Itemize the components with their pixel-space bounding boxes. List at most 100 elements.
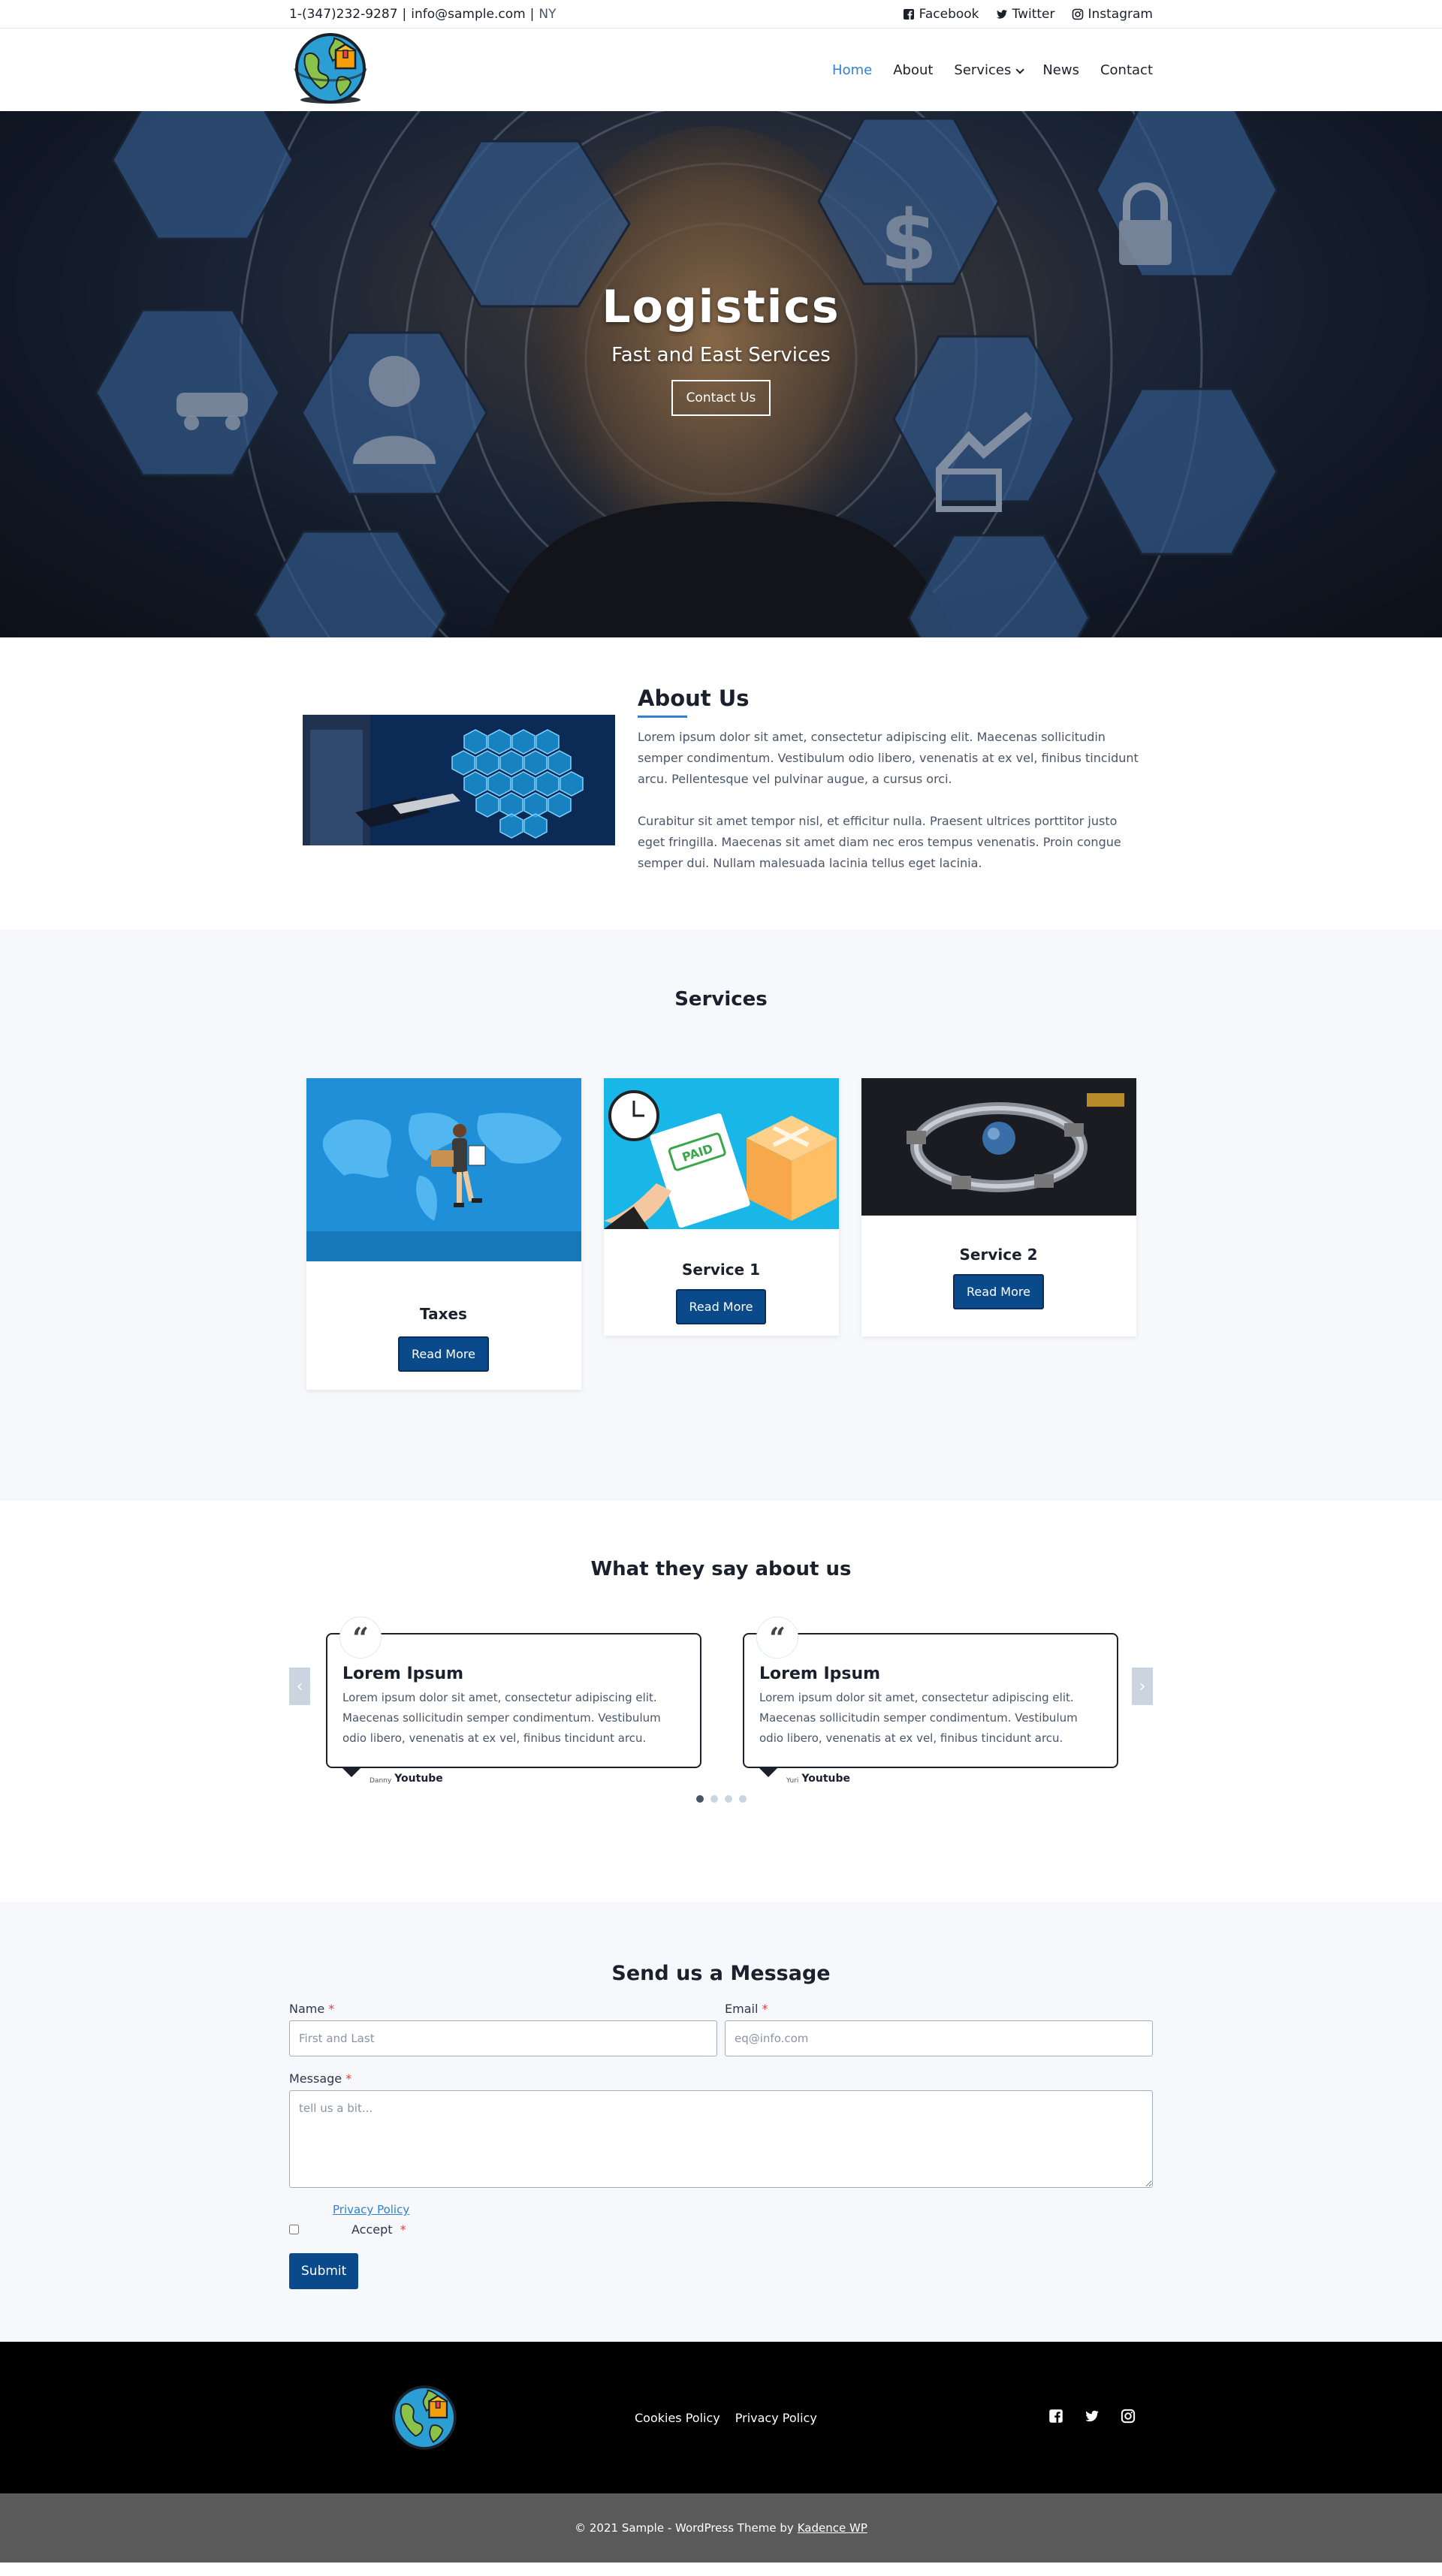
site-header: Home About Services News Contact (0, 29, 1442, 111)
service-card-2: Service 2 Read More (861, 1078, 1136, 1336)
about-title: About Us (638, 685, 750, 711)
name-field[interactable] (289, 2020, 717, 2056)
footer-links: Cookies Policy Privacy Policy (635, 2411, 817, 2425)
required-mark: * (400, 2222, 406, 2237)
read-more-button[interactable]: Read More (675, 1289, 767, 1324)
footer-instagram-link[interactable] (1121, 2409, 1136, 2427)
author-name: Yuri (786, 1777, 799, 1785)
testimonials-section: What they say about us ‹ “ Lorem Ipsum L… (0, 1501, 1442, 1902)
hero-subtitle: Fast and East Services (611, 344, 831, 366)
testimonial-card: “ Lorem Ipsum Lorem ipsum dolor sit amet… (743, 1616, 1118, 1785)
read-more-button[interactable]: Read More (953, 1274, 1044, 1309)
nav-item-services[interactable]: Services (954, 62, 1025, 78)
service-card-title: Taxes (420, 1305, 467, 1323)
about-paragraph: Curabitur sit amet tempor nisl, et effic… (638, 814, 1121, 870)
carousel-dots (289, 1795, 1153, 1803)
testimonials-title: What they say about us (590, 1558, 852, 1580)
taxes-image (306, 1078, 581, 1261)
privacy-policy-footer-link[interactable]: Privacy Policy (735, 2411, 817, 2425)
testimonial-card: “ Lorem Ipsum Lorem ipsum dolor sit amet… (326, 1616, 701, 1785)
about-section: About Us Lorem ipsum dolor sit amet, con… (0, 637, 1442, 929)
network-ring-image (861, 1078, 1136, 1216)
submit-button[interactable]: Submit (289, 2253, 359, 2289)
about-image (303, 714, 615, 845)
instagram-icon (1072, 8, 1083, 20)
email-field-group: Email * (725, 2002, 1153, 2056)
name-label: Name * (289, 2002, 717, 2016)
facebook-label: Facebook (919, 7, 979, 22)
testimonial-author: Danny Youtube (370, 1773, 701, 1785)
footer-twitter-link[interactable] (1085, 2409, 1100, 2427)
required-mark: * (762, 2002, 768, 2016)
email-label-text: Email (725, 2002, 759, 2016)
name-label-text: Name (289, 2002, 325, 2016)
nav-item-home[interactable]: Home (832, 62, 872, 78)
chevron-down-icon (1015, 65, 1025, 74)
instagram-link[interactable]: Instagram (1072, 7, 1154, 22)
footer-social (1048, 2409, 1136, 2427)
privacy-policy-link[interactable]: Privacy Policy (333, 2203, 1153, 2216)
name-field-group: Name * (289, 2002, 717, 2056)
author-source: Youtube (394, 1773, 443, 1785)
carousel-dot[interactable] (724, 1795, 732, 1803)
required-mark: * (345, 2071, 352, 2086)
speech-tail (342, 1768, 360, 1777)
location: NY (538, 7, 557, 22)
cookies-policy-link[interactable]: Cookies Policy (635, 2411, 720, 2425)
testimonial-author: Yuri Youtube (786, 1773, 1118, 1785)
carousel-next-button[interactable]: › (1132, 1668, 1153, 1705)
chevron-left-icon: ‹ (296, 1677, 303, 1696)
top-bar: 1-(347)232-9287 | info@sample.com | NY F… (0, 0, 1442, 29)
title-underline (638, 716, 687, 718)
accept-label: Accept (351, 2222, 393, 2237)
email-field[interactable] (725, 2020, 1153, 2056)
services-title: Services (674, 988, 768, 1011)
services-section: Services Taxes Read More PAID Service 1 … (0, 929, 1442, 1501)
accept-checkbox-row[interactable]: Accept * (289, 2222, 1153, 2237)
footer-facebook-link[interactable] (1048, 2409, 1063, 2427)
carousel-dot[interactable] (695, 1795, 704, 1803)
carousel-dot[interactable] (710, 1795, 718, 1803)
contact-us-button[interactable]: Contact Us (671, 380, 771, 416)
separator: | (402, 7, 407, 22)
twitter-icon (1085, 2410, 1099, 2422)
form-row: Name * Email * (289, 2002, 1153, 2056)
accept-checkbox[interactable] (289, 2225, 299, 2234)
form-title: Send us a Message (611, 1962, 831, 1985)
social-links: Facebook Twitter Instagram (903, 7, 1153, 22)
hero-banner: $ AI Logistics Fast and East Services Co… (0, 111, 1442, 637)
contact-info: 1-(347)232-9287 | info@sample.com | NY (289, 7, 557, 22)
main-nav: Home About Services News Contact (832, 62, 1153, 78)
kadence-wp-link[interactable]: Kadence WP (798, 2521, 867, 2535)
carousel-dot[interactable] (738, 1795, 747, 1803)
instagram-label: Instagram (1088, 7, 1154, 22)
facebook-link[interactable]: Facebook (903, 7, 979, 22)
required-mark: * (328, 2002, 335, 2016)
testimonial-box: Lorem Ipsum Lorem ipsum dolor sit amet, … (743, 1633, 1118, 1768)
carousel-prev-button[interactable]: ‹ (289, 1668, 310, 1705)
service-card-taxes: Taxes Read More (306, 1078, 581, 1390)
twitter-icon (996, 10, 1007, 19)
nav-item-news[interactable]: News (1042, 62, 1079, 78)
message-label: Message * (289, 2071, 1153, 2086)
testimonial-text: Lorem ipsum dolor sit amet, consectetur … (342, 1691, 661, 1745)
message-field[interactable] (289, 2090, 1153, 2188)
facebook-icon (903, 9, 914, 20)
nav-item-contact[interactable]: Contact (1100, 62, 1153, 78)
services-cards: Taxes Read More PAID Service 1 Read More… (0, 1078, 1442, 1390)
about-paragraph: Lorem ipsum dolor sit amet, consectetur … (638, 730, 1139, 786)
message-label-text: Message (289, 2071, 342, 2086)
site-footer: Cookies Policy Privacy Policy (0, 2342, 1442, 2493)
read-more-button[interactable]: Read More (398, 1336, 489, 1372)
nav-item-about[interactable]: About (893, 62, 933, 78)
testimonial-title: Lorem Ipsum (759, 1665, 881, 1683)
testimonials-carousel: ‹ “ Lorem Ipsum Lorem ipsum dolor sit am… (289, 1616, 1153, 1812)
testimonial-text: Lorem ipsum dolor sit amet, consectetur … (759, 1691, 1078, 1745)
testimonial-title: Lorem Ipsum (342, 1665, 464, 1683)
twitter-label: Twitter (1012, 7, 1055, 22)
site-logo-link[interactable] (289, 29, 372, 110)
service-card-title: Service 2 (959, 1246, 1038, 1264)
email-link[interactable]: info@sample.com (411, 7, 525, 22)
facebook-icon (1049, 2409, 1063, 2423)
twitter-link[interactable]: Twitter (996, 7, 1055, 22)
